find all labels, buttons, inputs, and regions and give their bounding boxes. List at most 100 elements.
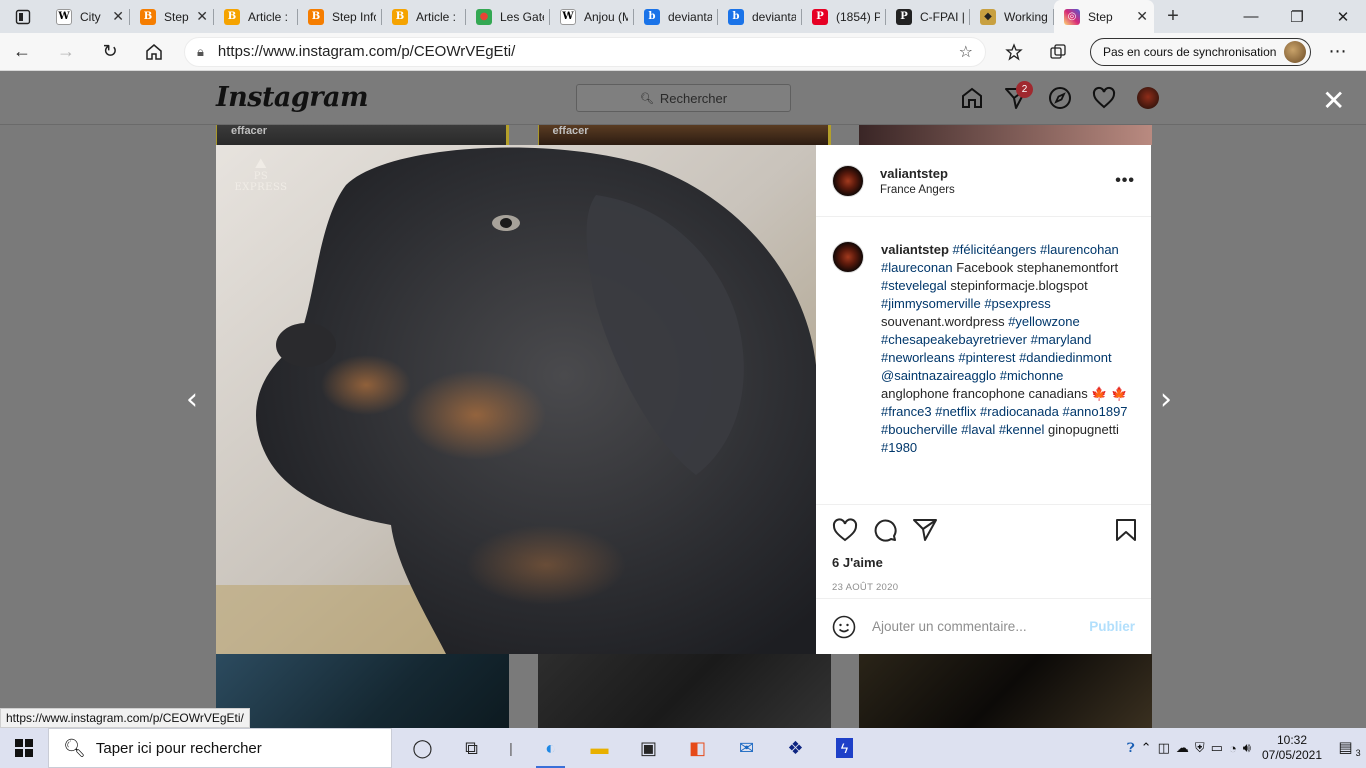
home-nav-button[interactable] — [950, 85, 994, 111]
notifications-button[interactable]: ▤ 3 — [1330, 738, 1366, 758]
hashtag-link[interactable]: #stevelegal — [881, 278, 947, 293]
hashtag-link[interactable]: #félicitéangers — [953, 242, 1037, 257]
profile-sync-button[interactable]: Pas en cours de synchronisation — [1090, 37, 1312, 66]
grid-thumbnail[interactable] — [859, 125, 1152, 145]
hashtag-link[interactable]: #pinterest — [958, 350, 1015, 365]
post-date[interactable]: 23 AOÛT 2020 — [816, 577, 1151, 599]
hashtag-link[interactable]: #kennel — [999, 422, 1045, 437]
comment-button[interactable] — [872, 515, 912, 545]
settings-menu-button[interactable]: ⋯ — [1315, 33, 1359, 71]
onedrive-icon[interactable]: ☁ — [1176, 740, 1189, 756]
browser-tab[interactable]: ◆ Working — [970, 0, 1054, 33]
close-tab-icon[interactable]: ✕ — [196, 8, 208, 25]
browser-tab[interactable]: W Anjou (M — [550, 0, 634, 33]
like-button[interactable] — [832, 515, 872, 545]
previous-post-button[interactable]: ‹ — [186, 382, 198, 417]
store-app[interactable]: ▣ — [624, 728, 673, 768]
browser-tab[interactable]: ● Les Gates — [466, 0, 550, 33]
restore-button[interactable]: ❐ — [1274, 0, 1320, 33]
grid-thumbnail[interactable] — [537, 654, 831, 728]
caption-avatar[interactable] — [832, 241, 864, 273]
mail-app[interactable]: ✉ — [722, 728, 771, 768]
browser-tab[interactable]: B Article : N — [214, 0, 298, 33]
tab-actions-button[interactable] — [0, 0, 46, 33]
hashtag-link[interactable]: #maryland — [1031, 332, 1092, 347]
browser-tab[interactable]: P C-FPAI | A — [886, 0, 970, 33]
home-button[interactable] — [132, 33, 176, 71]
activity-button[interactable] — [1082, 85, 1126, 111]
hashtag-link[interactable]: #neworleans — [881, 350, 955, 365]
browser-tab[interactable]: B Step ✕ — [130, 0, 214, 33]
new-tab-button[interactable]: + — [1154, 0, 1192, 33]
forward-button[interactable]: → — [44, 33, 88, 71]
meet-now-icon[interactable]: ◫ — [1158, 740, 1170, 756]
edge-browser-app[interactable]: ◐ — [526, 728, 575, 768]
hashtag-link[interactable]: #radiocanada — [980, 404, 1059, 419]
browser-tab[interactable]: P (1854) Pi — [802, 0, 886, 33]
hashtag-link[interactable]: #laureconan — [881, 260, 953, 275]
cortana-button[interactable]: ◯ — [398, 728, 447, 768]
office-app[interactable]: ◧ — [673, 728, 722, 768]
publish-button[interactable]: Publier — [1089, 619, 1135, 634]
url-field[interactable]: 🔒︎ https://www.instagram.com/p/CEOWrVEgE… — [184, 36, 986, 67]
taskbar-search-input[interactable]: 🔍︎ Taper ici pour rechercher — [48, 728, 392, 768]
battery-icon[interactable]: ▭ — [1211, 740, 1223, 756]
hashtag-link[interactable]: #laval — [961, 422, 995, 437]
volume-icon[interactable]: 🔊︎ — [1243, 740, 1251, 756]
close-modal-button[interactable]: ✕ — [1322, 87, 1345, 115]
browser-tab[interactable]: b deviantar — [718, 0, 802, 33]
browser-tab[interactable]: B Step Info — [298, 0, 382, 33]
help-icon[interactable]: ❓︎ — [1127, 740, 1135, 756]
security-icon[interactable]: ⛨ — [1195, 740, 1205, 756]
hashtag-link[interactable]: #netflix — [935, 404, 976, 419]
wifi-icon[interactable]: ◔ — [1229, 741, 1237, 756]
next-post-button[interactable]: › — [1160, 382, 1172, 417]
hashtag-link[interactable]: #anno1897 — [1062, 404, 1127, 419]
clock[interactable]: 10:32 07/05/2021 — [1254, 733, 1330, 763]
browser-tab[interactable]: B Article : N — [382, 0, 466, 33]
explore-button[interactable] — [1038, 85, 1082, 111]
start-button[interactable] — [0, 728, 48, 768]
author-username[interactable]: valiantstep — [880, 166, 955, 181]
likes-count[interactable]: 6 J'aime — [816, 555, 1151, 577]
file-explorer-app[interactable]: ▬ — [575, 728, 624, 768]
close-tab-icon[interactable]: ✕ — [112, 8, 124, 25]
grid-thumbnail[interactable]: effacer — [216, 125, 509, 145]
close-tab-icon[interactable]: ✕ — [1136, 8, 1148, 25]
more-options-button[interactable]: ••• — [1115, 172, 1135, 190]
grid-thumbnail[interactable] — [859, 654, 1152, 728]
grid-thumbnail[interactable] — [216, 654, 509, 728]
hashtag-link[interactable]: @saintnazaireagglo — [881, 368, 996, 383]
post-location[interactable]: France Angers — [880, 184, 955, 196]
direct-messages-button[interactable]: 2 — [994, 81, 1038, 111]
browser-tab[interactable]: W City ✕ — [46, 0, 130, 33]
show-hidden-icon[interactable]: ⌃ — [1141, 740, 1152, 756]
close-window-button[interactable]: ✕ — [1320, 0, 1366, 33]
task-view-button[interactable]: ⧉ — [447, 728, 496, 768]
emoji-icon[interactable] — [832, 615, 856, 639]
hashtag-link[interactable]: #laurencohan — [1040, 242, 1119, 257]
minimize-button[interactable]: — — [1228, 0, 1274, 33]
hashtag-link[interactable]: #psexpress — [984, 296, 1050, 311]
dropbox-app[interactable]: ❖ — [771, 728, 820, 768]
profile-button[interactable] — [1126, 85, 1170, 111]
browser-tab[interactable]: b deviantar — [634, 0, 718, 33]
instagram-logo[interactable]: Instagram — [216, 82, 369, 113]
hashtag-link[interactable]: #yellowzone — [1008, 314, 1080, 329]
app-lightning[interactable]: ϟ — [820, 728, 869, 768]
comment-input[interactable]: Ajouter un commentaire... — [872, 619, 1089, 634]
hashtag-link[interactable]: #dandiedinmont — [1019, 350, 1112, 365]
share-button[interactable] — [912, 515, 952, 545]
tab-active[interactable]: ◎ Step ✕ — [1054, 0, 1154, 33]
author-avatar[interactable] — [832, 164, 864, 197]
hashtag-link[interactable]: #1980 — [881, 440, 917, 455]
back-button[interactable]: ← — [0, 33, 44, 71]
edge-app[interactable]: | — [496, 728, 526, 768]
favorites-button[interactable] — [992, 33, 1036, 71]
search-input[interactable]: 🔍︎ Rechercher — [576, 84, 791, 112]
save-button[interactable] — [1115, 515, 1143, 545]
hashtag-link[interactable]: #chesapeakebayretriever — [881, 332, 1027, 347]
hashtag-link[interactable]: #boucherville — [881, 422, 958, 437]
caption-username[interactable]: valiantstep — [881, 242, 949, 257]
grid-thumbnail[interactable]: effacer — [537, 125, 831, 145]
